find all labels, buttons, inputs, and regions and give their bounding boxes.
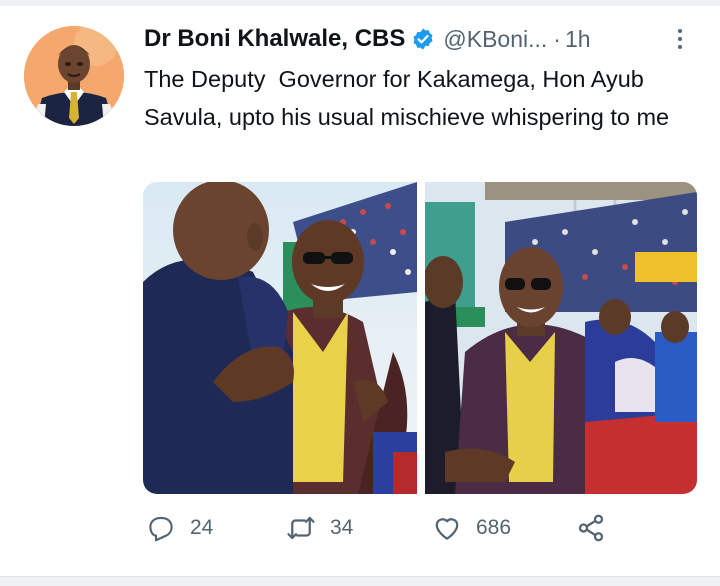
tweet-header: Dr Boni Khalwale, CBS @KBoni... · 1h bbox=[144, 22, 694, 56]
tweet-actions: 24 34 686 bbox=[144, 513, 704, 553]
share-icon bbox=[576, 513, 606, 543]
share-button[interactable] bbox=[576, 513, 606, 543]
like-count: 686 bbox=[476, 516, 512, 539]
reply-count: 24 bbox=[190, 516, 214, 539]
reply-icon bbox=[146, 513, 176, 543]
verified-badge-icon bbox=[411, 27, 435, 51]
media-photo-right[interactable] bbox=[425, 182, 697, 494]
author-handle[interactable]: @KBoni... bbox=[443, 26, 547, 53]
retweet-icon bbox=[286, 513, 316, 543]
avatar-photo bbox=[24, 26, 124, 126]
like-button[interactable]: 686 bbox=[432, 513, 511, 543]
retweet-count: 34 bbox=[330, 516, 354, 539]
media-grid bbox=[143, 182, 697, 494]
top-divider bbox=[0, 0, 720, 6]
reply-button[interactable]: 24 bbox=[146, 513, 213, 543]
more-options-icon[interactable] bbox=[672, 25, 688, 53]
timestamp[interactable]: 1h bbox=[565, 26, 591, 53]
author-name[interactable]: Dr Boni Khalwale, CBS bbox=[144, 25, 405, 53]
tweet-text: The Deputy Governor for Kakamega, Hon Ay… bbox=[144, 66, 670, 130]
retweet-button[interactable]: 34 bbox=[286, 513, 353, 543]
separator-dot: · bbox=[553, 25, 561, 52]
media-photo-left[interactable] bbox=[143, 182, 417, 494]
avatar[interactable] bbox=[24, 26, 124, 126]
heart-icon bbox=[432, 513, 462, 543]
